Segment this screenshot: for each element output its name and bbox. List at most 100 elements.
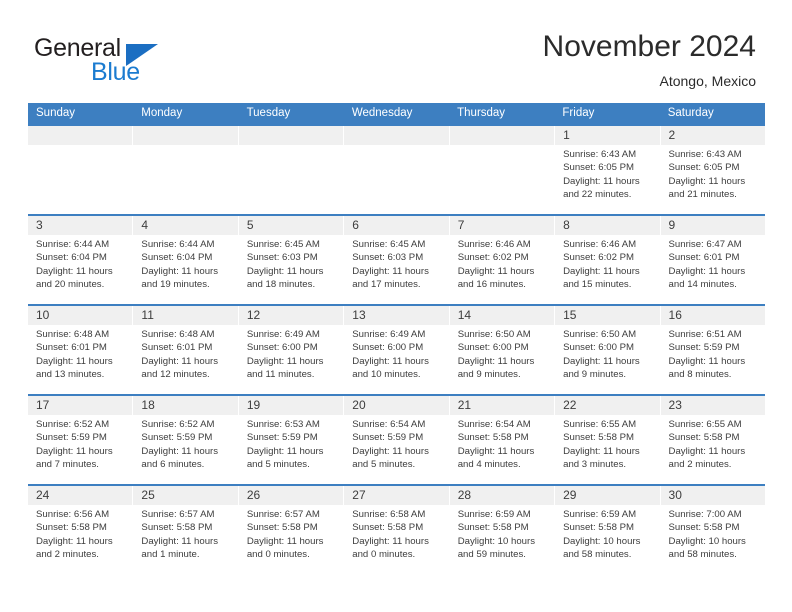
day-cell[interactable]: 18 Sunrise: 6:52 AM Sunset: 5:59 PM Dayl… bbox=[133, 396, 239, 484]
day-cell[interactable]: 14 Sunrise: 6:50 AM Sunset: 6:00 PM Dayl… bbox=[449, 306, 556, 394]
sunrise-text: Sunrise: 6:55 AM bbox=[563, 419, 637, 430]
day-cell[interactable]: 20 Sunrise: 6:54 AM Sunset: 5:59 PM Dayl… bbox=[344, 396, 450, 484]
daylight-text: Daylight: 11 hours and 6 minutes. bbox=[141, 445, 219, 470]
day-cell[interactable]: 28 Sunrise: 6:59 AM Sunset: 5:58 PM Dayl… bbox=[449, 486, 556, 574]
sunset-text: Sunset: 6:02 PM bbox=[457, 252, 529, 264]
title-block: November 2024 Atongo, Mexico bbox=[543, 30, 756, 91]
day-cell[interactable]: 6 Sunrise: 6:45 AM Sunset: 6:03 PM Dayli… bbox=[344, 216, 450, 304]
day-info: Sunrise: 6:59 AM Sunset: 5:58 PM Dayligh… bbox=[450, 505, 554, 561]
day-info: Sunrise: 6:48 AM Sunset: 6:01 PM Dayligh… bbox=[28, 325, 132, 381]
day-number bbox=[28, 126, 133, 145]
day-cell[interactable]: 9 Sunrise: 6:47 AM Sunset: 6:01 PM Dayli… bbox=[660, 216, 765, 304]
day-cell[interactable]: 11 Sunrise: 6:48 AM Sunset: 6:01 PM Dayl… bbox=[133, 306, 239, 394]
day-cell[interactable]: 12 Sunrise: 6:49 AM Sunset: 6:00 PM Dayl… bbox=[238, 306, 345, 394]
daylight-text: Daylight: 11 hours and 0 minutes. bbox=[352, 535, 429, 560]
day-cell[interactable]: 25 Sunrise: 6:57 AM Sunset: 5:58 PM Dayl… bbox=[133, 486, 239, 574]
generalblue-logo[interactable]: General Blue bbox=[34, 34, 214, 86]
day-cell[interactable]: 8 Sunrise: 6:46 AM Sunset: 6:02 PM Dayli… bbox=[555, 216, 661, 304]
day-number: 21 bbox=[449, 396, 555, 415]
daylight-text: Daylight: 11 hours and 5 minutes. bbox=[352, 445, 429, 470]
day-cell[interactable]: 24 Sunrise: 6:56 AM Sunset: 5:58 PM Dayl… bbox=[28, 486, 134, 574]
daylight-text: Daylight: 11 hours and 4 minutes. bbox=[457, 445, 535, 470]
day-cell[interactable]: 1 Sunrise: 6:43 AM Sunset: 6:05 PM Dayli… bbox=[555, 126, 661, 214]
daylight-text: Daylight: 10 hours and 59 minutes. bbox=[457, 535, 536, 560]
sunrise-text: Sunrise: 6:46 AM bbox=[563, 239, 637, 250]
sunset-text: Sunset: 5:59 PM bbox=[246, 432, 318, 444]
daylight-text: Daylight: 11 hours and 11 minutes. bbox=[246, 355, 324, 380]
day-number: 25 bbox=[133, 486, 238, 505]
day-cell[interactable]: 4 Sunrise: 6:44 AM Sunset: 6:04 PM Dayli… bbox=[133, 216, 239, 304]
daylight-text: Daylight: 11 hours and 0 minutes. bbox=[246, 535, 324, 560]
day-info: Sunrise: 7:00 AM Sunset: 5:58 PM Dayligh… bbox=[661, 505, 765, 561]
day-number: 13 bbox=[344, 306, 449, 325]
sunrise-text: Sunrise: 6:48 AM bbox=[141, 329, 215, 340]
daylight-text: Daylight: 10 hours and 58 minutes. bbox=[668, 535, 746, 560]
day-number: 6 bbox=[344, 216, 449, 235]
day-info: Sunrise: 6:50 AM Sunset: 6:00 PM Dayligh… bbox=[450, 325, 554, 381]
day-cell[interactable]: 5 Sunrise: 6:45 AM Sunset: 6:03 PM Dayli… bbox=[238, 216, 345, 304]
sunset-text: Sunset: 6:03 PM bbox=[352, 252, 424, 264]
sunrise-text: Sunrise: 6:56 AM bbox=[36, 509, 110, 520]
sunrise-text: Sunrise: 6:52 AM bbox=[141, 419, 215, 430]
day-info: Sunrise: 6:56 AM Sunset: 5:58 PM Dayligh… bbox=[28, 505, 132, 561]
calendar-week-row: 3 Sunrise: 6:44 AM Sunset: 6:04 PM Dayli… bbox=[28, 214, 765, 304]
page-subtitle: Atongo, Mexico bbox=[659, 73, 757, 89]
sunrise-text: Sunrise: 6:43 AM bbox=[563, 149, 637, 160]
sunset-text: Sunset: 6:00 PM bbox=[352, 342, 424, 354]
sunrise-text: Sunrise: 6:44 AM bbox=[36, 239, 110, 250]
daylight-text: Daylight: 11 hours and 13 minutes. bbox=[36, 355, 113, 380]
day-cell[interactable]: 17 Sunrise: 6:52 AM Sunset: 5:59 PM Dayl… bbox=[28, 396, 134, 484]
day-cell[interactable]: 2 Sunrise: 6:43 AM Sunset: 6:05 PM Dayli… bbox=[660, 126, 765, 214]
day-cell[interactable]: 19 Sunrise: 6:53 AM Sunset: 5:59 PM Dayl… bbox=[238, 396, 345, 484]
day-number: 24 bbox=[28, 486, 133, 505]
day-info: Sunrise: 6:51 AM Sunset: 5:59 PM Dayligh… bbox=[661, 325, 765, 381]
day-number: 9 bbox=[660, 216, 765, 235]
daylight-text: Daylight: 11 hours and 9 minutes. bbox=[457, 355, 535, 380]
day-cell[interactable]: 29 Sunrise: 6:59 AM Sunset: 5:58 PM Dayl… bbox=[555, 486, 661, 574]
day-info bbox=[450, 145, 554, 148]
day-cell[interactable]: 26 Sunrise: 6:57 AM Sunset: 5:58 PM Dayl… bbox=[238, 486, 345, 574]
sunrise-text: Sunrise: 6:53 AM bbox=[246, 419, 320, 430]
day-cell[interactable]: 21 Sunrise: 6:54 AM Sunset: 5:58 PM Dayl… bbox=[449, 396, 556, 484]
day-cell[interactable]: 3 Sunrise: 6:44 AM Sunset: 6:04 PM Dayli… bbox=[28, 216, 134, 304]
page-title: November 2024 bbox=[542, 30, 756, 63]
sunset-text: Sunset: 5:59 PM bbox=[352, 432, 424, 444]
day-cell[interactable]: 13 Sunrise: 6:49 AM Sunset: 6:00 PM Dayl… bbox=[344, 306, 450, 394]
sunset-text: Sunset: 5:58 PM bbox=[352, 522, 424, 534]
calendar-grid: Sunday Monday Tuesday Wednesday Thursday… bbox=[28, 103, 765, 574]
sunset-text: Sunset: 5:58 PM bbox=[563, 432, 635, 444]
day-cell[interactable]: 22 Sunrise: 6:55 AM Sunset: 5:58 PM Dayl… bbox=[555, 396, 661, 484]
weekday-saturday: Saturday bbox=[667, 107, 714, 119]
weekday-monday: Monday bbox=[141, 107, 183, 119]
daylight-text: Daylight: 11 hours and 8 minutes. bbox=[668, 355, 746, 380]
day-cell[interactable]: 27 Sunrise: 6:58 AM Sunset: 5:58 PM Dayl… bbox=[344, 486, 450, 574]
day-info bbox=[133, 145, 237, 148]
daylight-text: Daylight: 11 hours and 16 minutes. bbox=[457, 265, 535, 290]
day-cell[interactable]: 15 Sunrise: 6:50 AM Sunset: 6:00 PM Dayl… bbox=[555, 306, 661, 394]
sunset-text: Sunset: 5:58 PM bbox=[563, 522, 635, 534]
daylight-text: Daylight: 11 hours and 2 minutes. bbox=[36, 535, 113, 560]
daylight-text: Daylight: 11 hours and 5 minutes. bbox=[246, 445, 324, 470]
calendar-week-row: 24 Sunrise: 6:56 AM Sunset: 5:58 PM Dayl… bbox=[28, 484, 765, 574]
day-info: Sunrise: 6:54 AM Sunset: 5:58 PM Dayligh… bbox=[450, 415, 554, 471]
day-number: 26 bbox=[238, 486, 344, 505]
sunset-text: Sunset: 6:00 PM bbox=[457, 342, 529, 354]
day-number: 27 bbox=[344, 486, 449, 505]
day-info bbox=[28, 145, 132, 148]
day-info: Sunrise: 6:57 AM Sunset: 5:58 PM Dayligh… bbox=[239, 505, 343, 561]
day-info: Sunrise: 6:46 AM Sunset: 6:02 PM Dayligh… bbox=[450, 235, 554, 291]
day-cell[interactable]: 30 Sunrise: 7:00 AM Sunset: 5:58 PM Dayl… bbox=[660, 486, 765, 574]
day-cell[interactable]: 23 Sunrise: 6:55 AM Sunset: 5:58 PM Dayl… bbox=[660, 396, 765, 484]
day-cell bbox=[449, 126, 556, 214]
day-info: Sunrise: 6:50 AM Sunset: 6:00 PM Dayligh… bbox=[555, 325, 659, 381]
day-cell[interactable]: 16 Sunrise: 6:51 AM Sunset: 5:59 PM Dayl… bbox=[660, 306, 765, 394]
day-info bbox=[239, 145, 343, 148]
sunrise-text: Sunrise: 6:57 AM bbox=[141, 509, 215, 520]
day-info: Sunrise: 6:46 AM Sunset: 6:02 PM Dayligh… bbox=[555, 235, 659, 291]
day-cell[interactable]: 7 Sunrise: 6:46 AM Sunset: 6:02 PM Dayli… bbox=[449, 216, 556, 304]
day-info: Sunrise: 6:45 AM Sunset: 6:03 PM Dayligh… bbox=[344, 235, 448, 291]
sunset-text: Sunset: 6:03 PM bbox=[246, 252, 318, 264]
day-cell[interactable]: 10 Sunrise: 6:48 AM Sunset: 6:01 PM Dayl… bbox=[28, 306, 134, 394]
sunset-text: Sunset: 5:59 PM bbox=[141, 432, 213, 444]
day-number: 2 bbox=[660, 126, 765, 145]
